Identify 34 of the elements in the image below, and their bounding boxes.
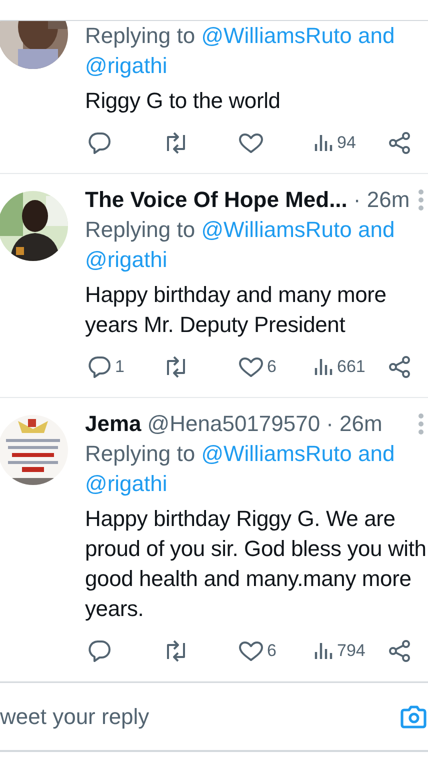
like-count: 6 (267, 641, 276, 661)
like-count: 6 (267, 357, 276, 377)
view-count: 661 (337, 357, 366, 377)
share-icon[interactable] (388, 639, 412, 663)
heart-icon[interactable] (238, 355, 264, 379)
reply-context: Replying to @WilliamsRuto and @rigathi (85, 22, 396, 80)
tweet-text: Riggy G to the world (85, 87, 282, 115)
reply-input-field[interactable]: weet your reply (0, 704, 400, 730)
reply-context: Replying to @WilliamsRuto and @rigathi (85, 440, 396, 498)
heart-icon[interactable] (238, 639, 264, 663)
reply-context: Replying to @WilliamsRuto and @rigathi (85, 216, 396, 274)
mention-link[interactable]: @rigathi (85, 471, 168, 496)
mention-link[interactable]: @WilliamsRuto (201, 23, 352, 48)
tweet-text: Happy birthday and many more years Mr. Deputy President (85, 281, 388, 339)
tweet-text: Happy birthday Riggy G. We are proud of you sir. God bless you with good health and many.many more years. (85, 505, 428, 623)
mention-link[interactable]: @WilliamsRuto (201, 217, 352, 242)
heart-icon[interactable] (238, 131, 264, 155)
share-icon[interactable] (388, 131, 412, 155)
author-name[interactable]: The Voice Of Hope Med... (85, 185, 348, 215)
mention-link[interactable]: @rigathi (85, 247, 168, 272)
share-icon[interactable] (388, 355, 412, 379)
reply-icon[interactable] (88, 131, 112, 155)
view-count: 94 (337, 133, 356, 153)
timestamp: · 26m (326, 410, 382, 438)
author-handle: @Hena50179570 (147, 410, 320, 438)
view-count: 794 (337, 641, 366, 661)
reply-icon[interactable] (88, 639, 112, 663)
camera-icon[interactable] (400, 703, 427, 730)
author-name[interactable]: Jema (85, 409, 142, 439)
timestamp: · 26m (353, 186, 410, 214)
mention-link[interactable]: @WilliamsRuto (201, 441, 352, 466)
mention-link[interactable]: @rigathi (85, 53, 168, 78)
reply-icon[interactable] (88, 355, 112, 379)
reply-count: 1 (115, 357, 124, 377)
